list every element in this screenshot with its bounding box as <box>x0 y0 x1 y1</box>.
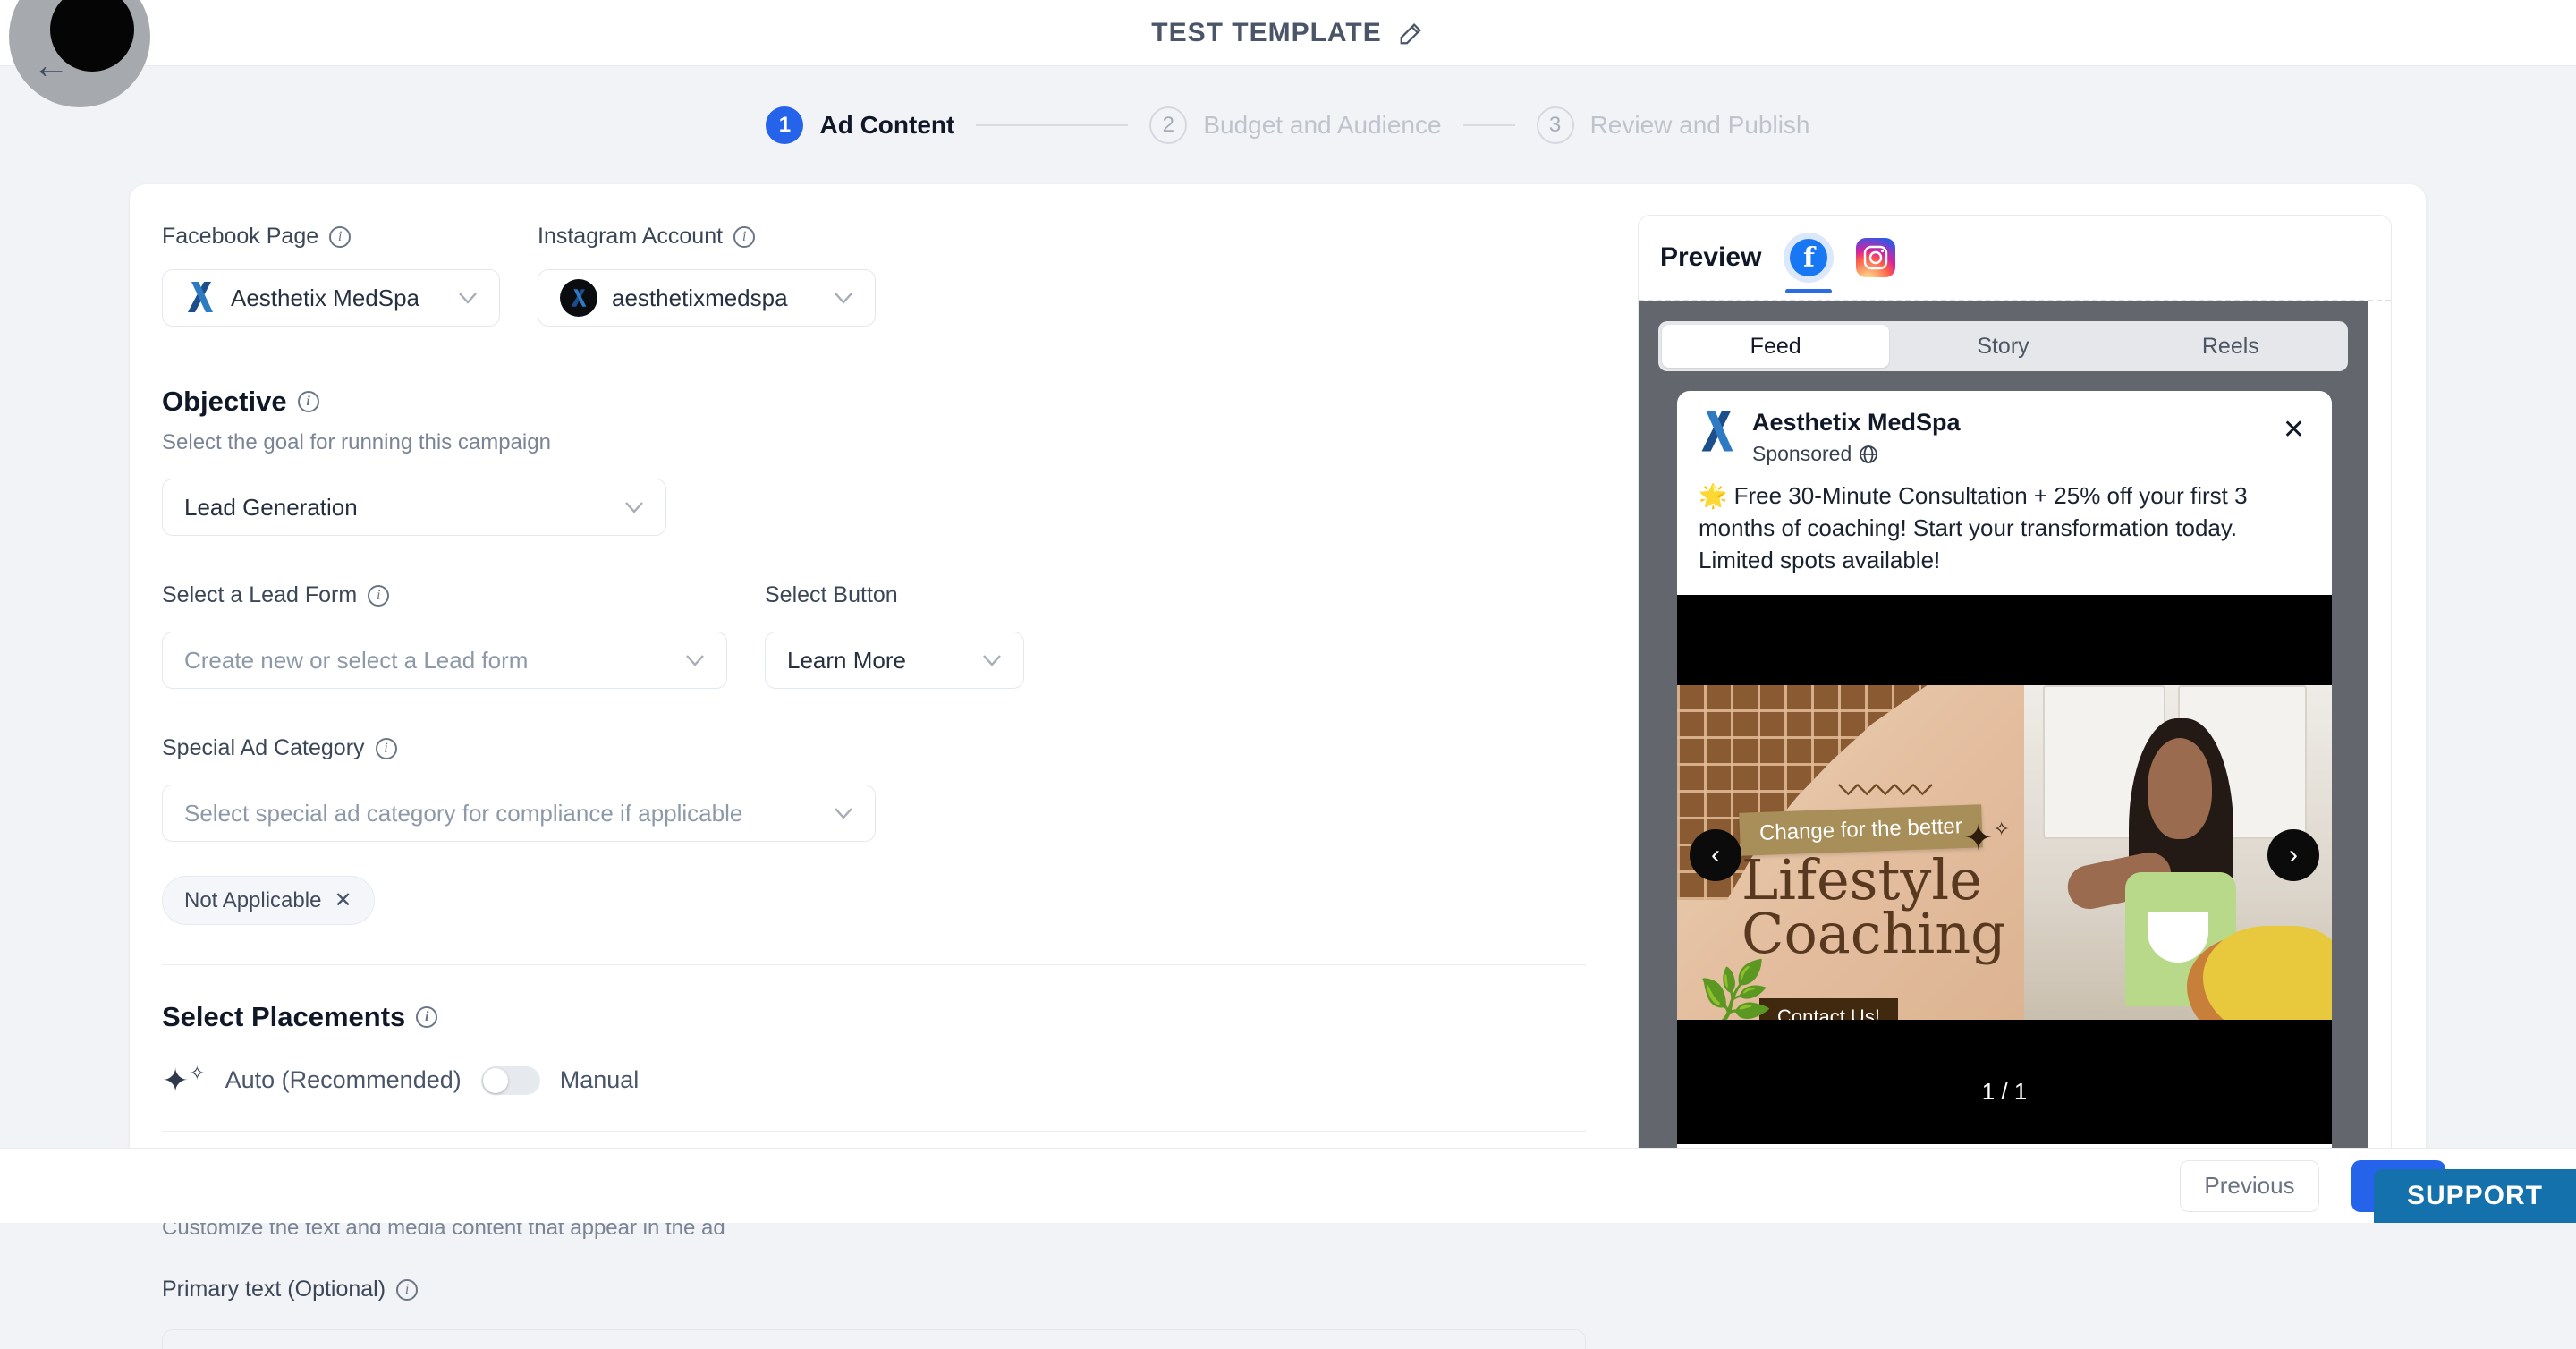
ad-content-card: Facebook Page i Aesthetix MedSpa Instagra… <box>130 184 2426 1195</box>
wizard-stepper: 1 Ad Content 2 Budget and Audience 3 Rev… <box>0 66 2576 184</box>
info-icon[interactable]: i <box>733 226 755 248</box>
wizard-footer: Previous Next <box>0 1148 2576 1223</box>
instagram-account-value: aesthetixmedspa <box>612 284 819 312</box>
zigzag-decoration: ⌵⌵⌵⌵⌵ <box>1838 771 1931 802</box>
info-icon[interactable]: i <box>368 585 389 607</box>
chip-remove-icon[interactable]: ✕ <box>334 887 352 913</box>
primary-text-label: Primary text (Optional) <box>162 1277 386 1302</box>
instagram-avatar <box>560 279 597 317</box>
primary-text-input[interactable] <box>162 1329 1586 1349</box>
page-avatar <box>1697 409 1738 454</box>
back-arrow-icon[interactable]: ← <box>32 47 70 84</box>
ad-primary-text: 🌟 Free 30-Minute Consultation + 25% off … <box>1677 475 2332 595</box>
preview-facebook-toggle[interactable]: f <box>1783 215 1835 301</box>
placement-toggle[interactable] <box>481 1066 540 1095</box>
lead-form-placeholder: Create new or select a Lead form <box>184 647 671 674</box>
facebook-icon: f <box>1790 239 1827 276</box>
lead-form-select[interactable]: Create new or select a Lead form <box>162 632 727 689</box>
chevron-down-icon <box>685 654 705 666</box>
ad-media: ⌵⌵⌵⌵⌵ Change for the better ✦✧ Lifestyle… <box>1677 595 2332 1144</box>
special-category-chip: Not Applicable ✕ <box>162 876 375 925</box>
divider <box>162 1131 1586 1132</box>
info-icon[interactable]: i <box>416 1006 437 1028</box>
manual-placement-label: Manual <box>560 1066 640 1094</box>
special-ad-category-select[interactable]: Select special ad category for complianc… <box>162 785 876 842</box>
info-icon[interactable]: i <box>298 391 319 412</box>
preview-panel: Preview f Feed Story Reels <box>1638 215 2392 1165</box>
step-3-circle: 3 <box>1537 106 1574 144</box>
sponsored-label: Sponsored <box>1752 442 1852 466</box>
chevron-down-icon <box>624 501 644 513</box>
step-1-circle: 1 <box>766 106 803 144</box>
info-icon[interactable]: i <box>376 738 397 759</box>
tab-story[interactable]: Story <box>1889 325 2116 368</box>
creative-headline: Lifestyle Coaching <box>1741 853 2006 963</box>
active-platform-underline <box>1785 289 1832 293</box>
facebook-page-label: Facebook Page <box>162 224 318 250</box>
step-ad-content[interactable]: 1 Ad Content <box>766 106 954 144</box>
divider <box>162 964 1586 965</box>
select-button-label: Select Button <box>765 582 898 608</box>
page-title: TEST TEMPLATE <box>1151 18 1381 48</box>
info-icon[interactable]: i <box>396 1279 418 1301</box>
chip-label: Not Applicable <box>184 888 321 913</box>
preview-instagram-toggle[interactable] <box>1856 238 1895 277</box>
step-2-circle: 2 <box>1149 106 1187 144</box>
info-icon[interactable]: i <box>329 226 351 248</box>
step-budget-audience[interactable]: 2 Budget and Audience <box>1149 106 1441 144</box>
cta-button-value: Learn More <box>787 647 968 674</box>
tab-reels[interactable]: Reels <box>2117 325 2344 368</box>
objective-value: Lead Generation <box>184 494 610 522</box>
special-ad-category-placeholder: Select special ad category for complianc… <box>184 800 819 827</box>
placements-heading: Select Placements <box>162 1001 405 1033</box>
creative-cta: Contact Us! <box>1759 998 1898 1020</box>
support-button[interactable]: SUPPORT <box>2374 1169 2576 1223</box>
objective-select[interactable]: Lead Generation <box>162 479 666 536</box>
previous-button[interactable]: Previous <box>2180 1160 2318 1212</box>
step-review-publish[interactable]: 3 Review and Publish <box>1537 106 1810 144</box>
preview-header: Preview f <box>1639 216 2391 301</box>
step-3-label: Review and Publish <box>1590 111 1810 140</box>
lead-form-label: Select a Lead Form <box>162 582 357 608</box>
objective-hint: Select the goal for running this campaig… <box>162 430 1620 455</box>
step-1-label: Ad Content <box>819 111 954 140</box>
carousel-next-button[interactable]: › <box>2267 829 2319 881</box>
preview-title: Preview <box>1660 242 1761 273</box>
instagram-icon <box>1863 245 1888 270</box>
photo-person-face <box>2148 738 2212 838</box>
photo-fruit <box>2203 926 2333 1020</box>
chevron-down-icon <box>834 292 853 304</box>
step-connector <box>1463 124 1515 126</box>
step-2-label: Budget and Audience <box>1203 111 1441 140</box>
carousel-pagination: 1 / 1 <box>1677 1078 2332 1106</box>
preview-scrollbar[interactable] <box>2368 301 2391 1164</box>
chevron-down-icon <box>458 292 478 304</box>
chevron-down-icon <box>982 654 1002 666</box>
objective-heading: Objective <box>162 386 287 418</box>
placement-tabs: Feed Story Reels <box>1658 321 2348 371</box>
toggle-knob <box>483 1068 508 1093</box>
facebook-page-value: Aesthetix MedSpa <box>231 284 444 312</box>
plant-decoration: 🌿 <box>1696 956 1775 1019</box>
preview-canvas: Feed Story Reels Aesthetix MedSpa Sponso… <box>1639 301 2368 1164</box>
edit-title-icon[interactable] <box>1398 20 1425 47</box>
facebook-page-select[interactable]: Aesthetix MedSpa <box>162 269 500 327</box>
step-connector <box>976 124 1128 126</box>
chevron-down-icon <box>834 807 853 819</box>
carousel-prev-button[interactable]: ‹ <box>1690 829 1741 881</box>
tab-feed[interactable]: Feed <box>1662 325 1889 368</box>
top-bar: TEST TEMPLATE <box>0 0 2576 66</box>
instagram-account-label: Instagram Account <box>538 224 723 250</box>
auto-placement-label: Auto (Recommended) <box>225 1066 462 1094</box>
special-ad-category-label: Special Ad Category <box>162 735 365 761</box>
aesthetix-logo-icon <box>184 280 216 316</box>
globe-icon <box>1859 445 1878 464</box>
close-icon[interactable]: ✕ <box>2275 409 2312 451</box>
ad-preview-card: Aesthetix MedSpa Sponsored ✕ 🌟 Free 30-M… <box>1677 391 2332 1150</box>
ad-page-name: Aesthetix MedSpa <box>1752 409 2261 437</box>
sparkles-icon: ✦✧ <box>162 1064 206 1097</box>
cta-button-select[interactable]: Learn More <box>765 632 1024 689</box>
ad-creative-image: ⌵⌵⌵⌵⌵ Change for the better ✦✧ Lifestyle… <box>1677 685 2332 1020</box>
instagram-account-select[interactable]: aesthetixmedspa <box>538 269 876 327</box>
